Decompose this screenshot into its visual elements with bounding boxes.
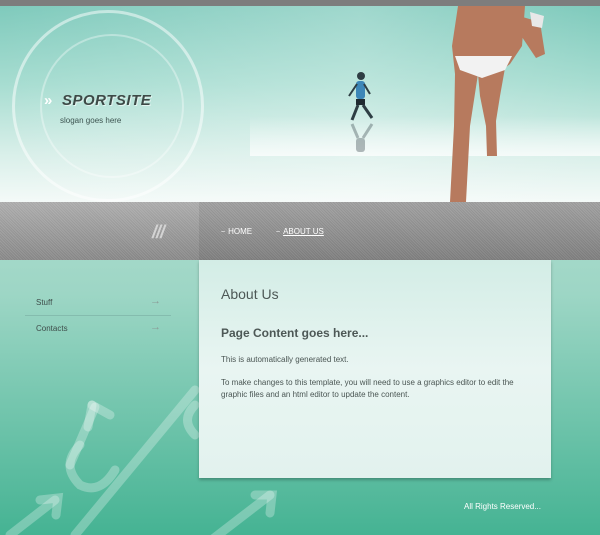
site-slogan: slogan goes here bbox=[60, 116, 122, 125]
header-banner: » SPORTSITE slogan goes here bbox=[0, 6, 600, 202]
footer-copyright: All Rights Reserved... bbox=[464, 502, 541, 511]
runner-figure-foreground bbox=[450, 6, 545, 202]
slash-decoration-icon: /// bbox=[152, 222, 165, 242]
site-logo[interactable]: SPORTSITE bbox=[62, 92, 151, 109]
sidebar-item-contacts[interactable]: Contacts → bbox=[25, 316, 171, 341]
wave-icon: ~ bbox=[221, 229, 226, 236]
navbar-right-panel bbox=[199, 202, 600, 260]
wave-icon: ~ bbox=[276, 229, 281, 236]
logo-chevron-icon: » bbox=[44, 92, 52, 109]
runner-figure-distant bbox=[348, 72, 374, 121]
navbar-left-panel bbox=[0, 202, 199, 260]
content-paragraph-1: This is automatically generated text. bbox=[221, 355, 349, 364]
sidebar-item-label: Contacts bbox=[36, 324, 68, 333]
sidebar-menu: Stuff → Contacts → bbox=[25, 290, 171, 341]
nav-item-about-us[interactable]: ~ ABOUT US bbox=[276, 227, 324, 236]
nav-item-label: HOME bbox=[228, 227, 253, 236]
nav-item-home[interactable]: ~ HOME bbox=[221, 227, 252, 236]
runner-reflection bbox=[350, 123, 374, 152]
nav-item-label: ABOUT US bbox=[283, 227, 324, 236]
content-paragraph-2: To make changes to this template, you wi… bbox=[221, 378, 514, 399]
arrow-right-icon: → bbox=[150, 295, 161, 307]
sidebar-item-label: Stuff bbox=[36, 298, 53, 307]
sidebar-item-stuff[interactable]: Stuff → bbox=[25, 290, 171, 316]
content-heading: Page Content goes here... bbox=[221, 326, 369, 340]
page-title: About Us bbox=[221, 286, 279, 302]
arrow-right-icon: → bbox=[150, 321, 161, 333]
